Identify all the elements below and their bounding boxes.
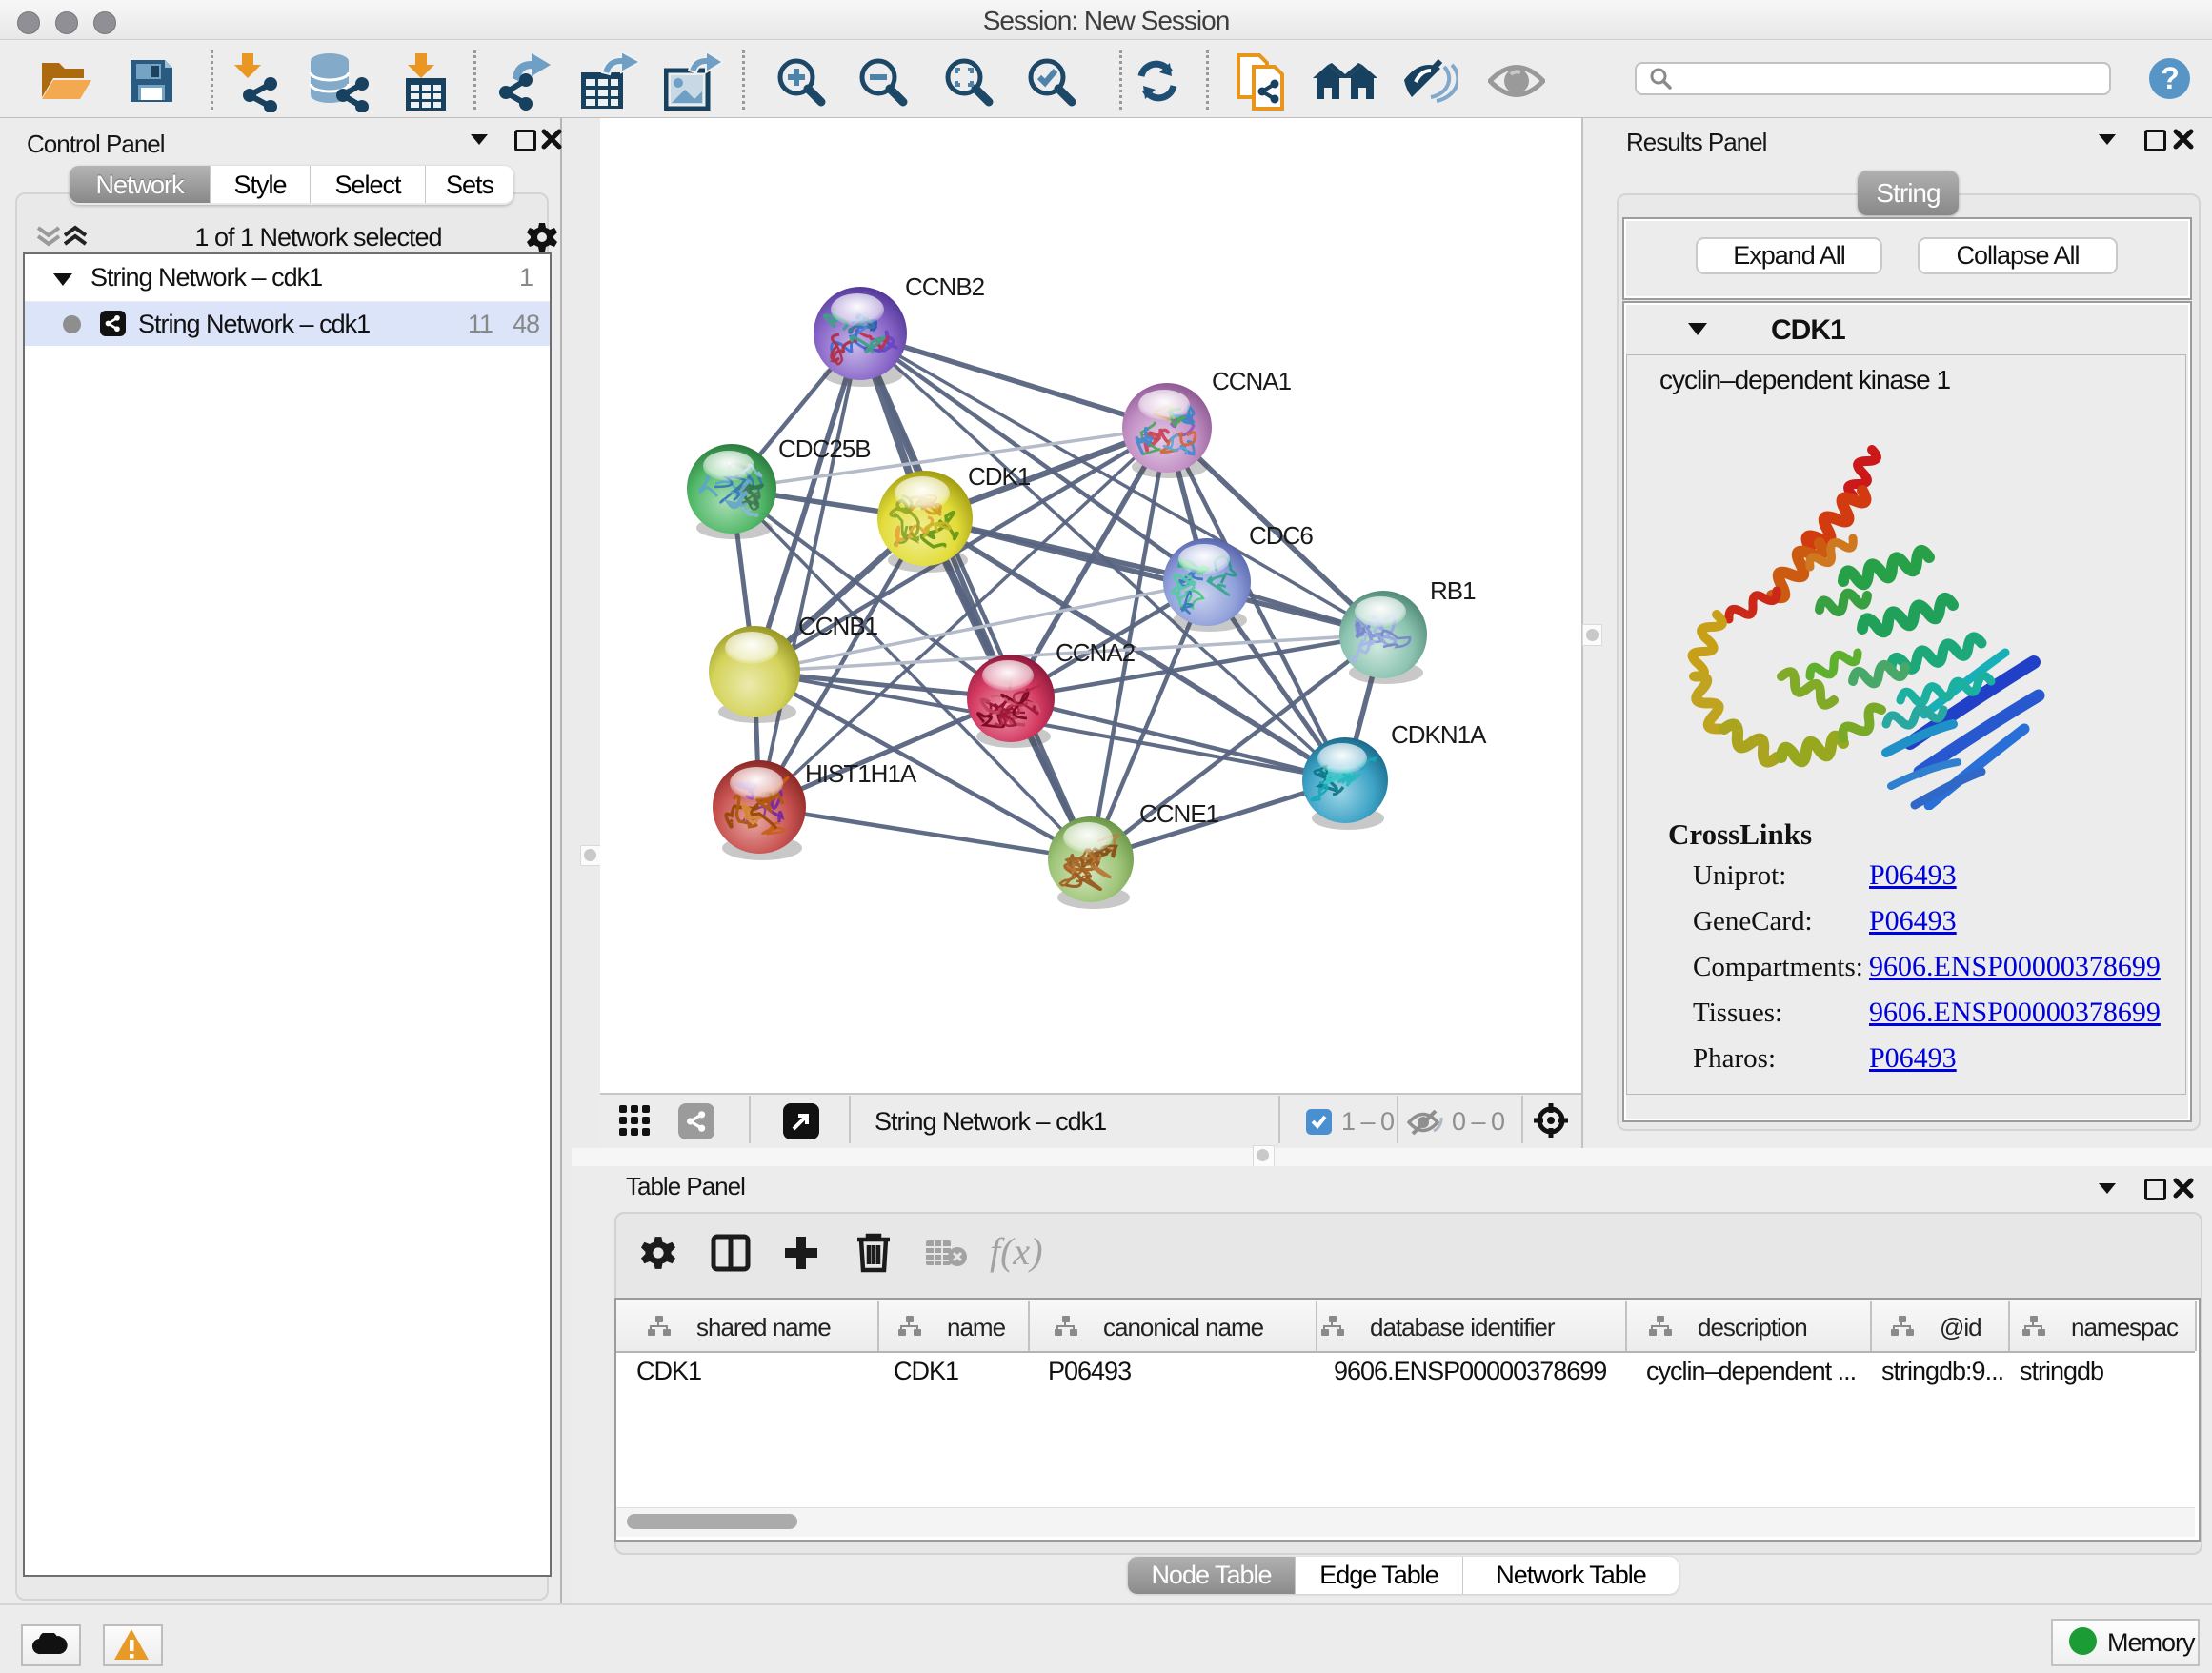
svg-text:CDK1: CDK1 [968, 462, 1031, 491]
svg-text:CCNE1: CCNE1 [1139, 799, 1219, 828]
svg-text:HIST1H1A: HIST1H1A [805, 759, 917, 788]
svg-text:CDKN1A: CDKN1A [1391, 720, 1487, 749]
svg-text:CDC6: CDC6 [1249, 521, 1313, 550]
svg-text:CDC25B: CDC25B [778, 434, 871, 463]
svg-text:CCNA1: CCNA1 [1212, 367, 1292, 395]
svg-text:RB1: RB1 [1430, 576, 1476, 605]
svg-text:CCNB2: CCNB2 [905, 272, 985, 301]
svg-text:CCNB1: CCNB1 [798, 612, 878, 640]
svg-text:CCNA2: CCNA2 [1056, 638, 1136, 667]
